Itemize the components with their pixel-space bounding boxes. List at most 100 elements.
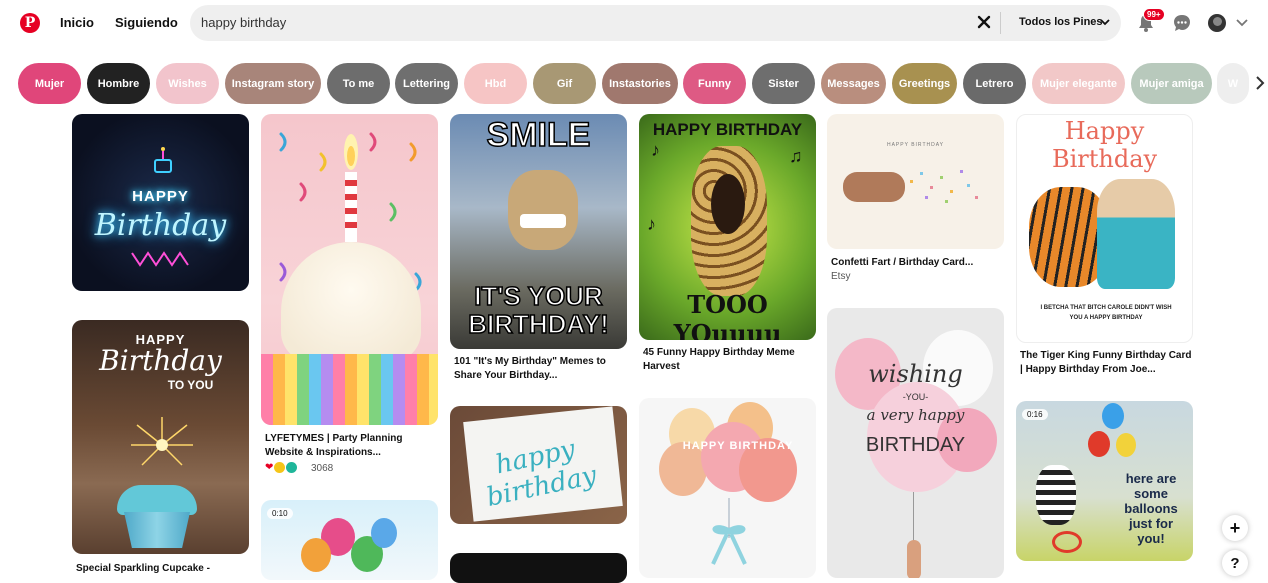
dog-body [843,172,905,202]
bear-illustration [1036,465,1076,525]
man-illustration [1097,179,1175,289]
music-note-icon: ♪ [647,214,656,234]
chip-hombre[interactable]: Hombre [87,63,150,104]
chat-icon[interactable] [1172,13,1192,33]
chip-to-me[interactable]: To me [327,63,390,104]
pin-caption[interactable]: 101 "It's My Birthday" Memes to Share Yo… [454,355,624,383]
refinement-chips: Mujer Hombre Wishes Instagram story To m… [18,63,1268,105]
wishing-line-4: BIRTHDAY [865,434,966,456]
meme-top-text: HAPPY BIRTHDAY [652,120,803,139]
chevron-right-icon[interactable] [1254,75,1266,91]
video-timer: 0:10 [267,508,293,519]
wishing-line-2: -YOU- [902,392,929,402]
heart-icon: ❤ [265,462,274,473]
reaction-count: 3068 [311,463,334,474]
pin-caption[interactable]: LYFETYMES | Party Planning Website & Ins… [265,432,435,460]
chip-partial[interactable]: W [1217,63,1249,104]
chip-greetings[interactable]: Greetings [892,63,957,104]
bear-text: here are some balloons just for you! [1124,471,1178,546]
chip-mujer-elegante[interactable]: Mujer elegante [1032,63,1125,104]
tiger-title-2: Birthday [1051,145,1158,173]
chip-messages[interactable]: Messages [821,63,886,104]
balloon-text: HAPPY BIRTHDAY [682,440,794,452]
balloon [301,538,331,572]
pin-caption[interactable]: 45 Funny Happy Birthday Meme Harvest [643,346,813,374]
meme-top-text: SMILE [486,115,591,155]
chip-letrero[interactable]: Letrero [963,63,1026,104]
add-button[interactable]: + [1222,515,1248,541]
chip-wishes[interactable]: Wishes [156,63,219,104]
chip-mujer[interactable]: Mujer [18,63,81,104]
clap-icon [286,462,298,473]
balloon [1116,433,1136,457]
candle-icon [344,134,358,242]
video-timer: 0:16 [1022,409,1048,420]
card-text: HAPPY BIRTHDAY [886,142,945,148]
balloon [371,518,397,548]
search-bar: Todos los Pines [190,5,1121,41]
cupcake-frosting [117,485,197,515]
chevron-down-icon[interactable] [1100,18,1110,26]
pin-bear-balloons-video[interactable]: 0:16 here are some balloons just for you… [1016,401,1193,561]
search-input[interactable] [201,15,941,30]
scooter-wheel [1052,531,1082,553]
chip-lettering[interactable]: Lettering [395,63,458,104]
chip-instagram-story[interactable]: Instagram story [225,63,321,104]
meme-bottom-text: TOOO YOuuuu [673,290,782,340]
chip-mujer-amiga[interactable]: Mujer amiga [1131,63,1212,104]
pin-caption[interactable]: Special Sparkling Cupcake - [76,562,210,576]
notification-badge: 99+ [1143,8,1165,21]
pin-smile-dog-meme[interactable]: SMILE IT'S YOUR BIRTHDAY! [450,114,627,349]
avatar[interactable] [1208,14,1226,32]
balloon [1088,431,1110,457]
search-filter-dropdown[interactable]: Todos los Pines [1019,16,1103,28]
cupcake-wrapper [124,512,190,548]
wishing-line-1: wishing [868,360,963,388]
nav-home[interactable]: Inicio [60,15,94,30]
neon-line-1: HAPPY [132,188,189,205]
dog-face [508,170,578,250]
pin-caption[interactable]: The Tiger King Funny Birthday Card | Hap… [1020,349,1192,377]
music-note-icon: ♫ [789,146,803,166]
tiger-title-1: Happy [1064,117,1145,145]
dog-teeth [520,214,566,228]
pin-source[interactable]: Etsy [831,271,850,282]
pin-lettering-card[interactable]: happy birthday [450,406,627,524]
tiger-card-text: I BETCHA THAT BITCH CAROLE DIDN'T WISH Y… [1040,305,1172,321]
smile-face-icon [274,462,286,473]
chip-funny[interactable]: Funny [683,63,746,104]
meme-bottom-text: IT'S YOUR BIRTHDAY! [467,281,609,339]
ribbon-icon [711,498,747,565]
pin-tiger-king-card[interactable]: Happy Birthday I BETCHA THAT BITCH CAROL… [1016,114,1193,343]
pin-sparkling-cupcake[interactable]: HAPPY Birthday TO YOU [72,320,249,554]
bunting-icon [131,251,189,267]
pin-caption[interactable]: Confetti Fart / Birthday Card... [831,256,973,270]
chip-instastories[interactable]: Instastories [602,63,678,104]
music-note-icon: ♪ [651,140,660,160]
nav-following[interactable]: Siguiendo [115,15,178,30]
pin-neon-birthday[interactable]: HAPPY Birthday [72,114,249,291]
hand [907,540,921,578]
sparkler-icon [131,417,193,466]
pinterest-logo-icon[interactable]: P [20,13,40,33]
pin-dark[interactable] [450,553,627,583]
chip-sister[interactable]: Sister [752,63,815,104]
giraffe-mouth [711,174,745,234]
pin-confetti-card[interactable]: HAPPY BIRTHDAY [827,114,1004,249]
cupcake-wrapper [261,354,438,425]
cake-icon [154,147,172,173]
help-button[interactable]: ? [1222,550,1248,576]
pin-cupcake-candle[interactable] [261,114,438,425]
close-icon[interactable] [976,14,992,30]
reaction-icons: ❤ [265,462,298,473]
pin-giraffe-meme[interactable]: HAPPY BIRTHDAY ♪ ♫ ♪ TOOO YOuuuu [639,114,816,340]
chip-hbd[interactable]: Hbd [464,63,527,104]
confetti-icon [910,170,978,203]
pin-balloons-video[interactable]: 0:10 [261,500,438,580]
pin-balloon-bunch[interactable]: HAPPY BIRTHDAY [639,398,816,578]
chip-gif[interactable]: Gif [533,63,596,104]
top-bar: P Inicio Siguiendo Todos los Pines 99+ [0,0,1268,48]
sparkle-line-2: Birthday [99,344,222,377]
pin-wishing-balloons[interactable]: wishing -YOU- a very happy BIRTHDAY [827,308,1004,578]
chevron-down-icon[interactable] [1236,18,1248,28]
